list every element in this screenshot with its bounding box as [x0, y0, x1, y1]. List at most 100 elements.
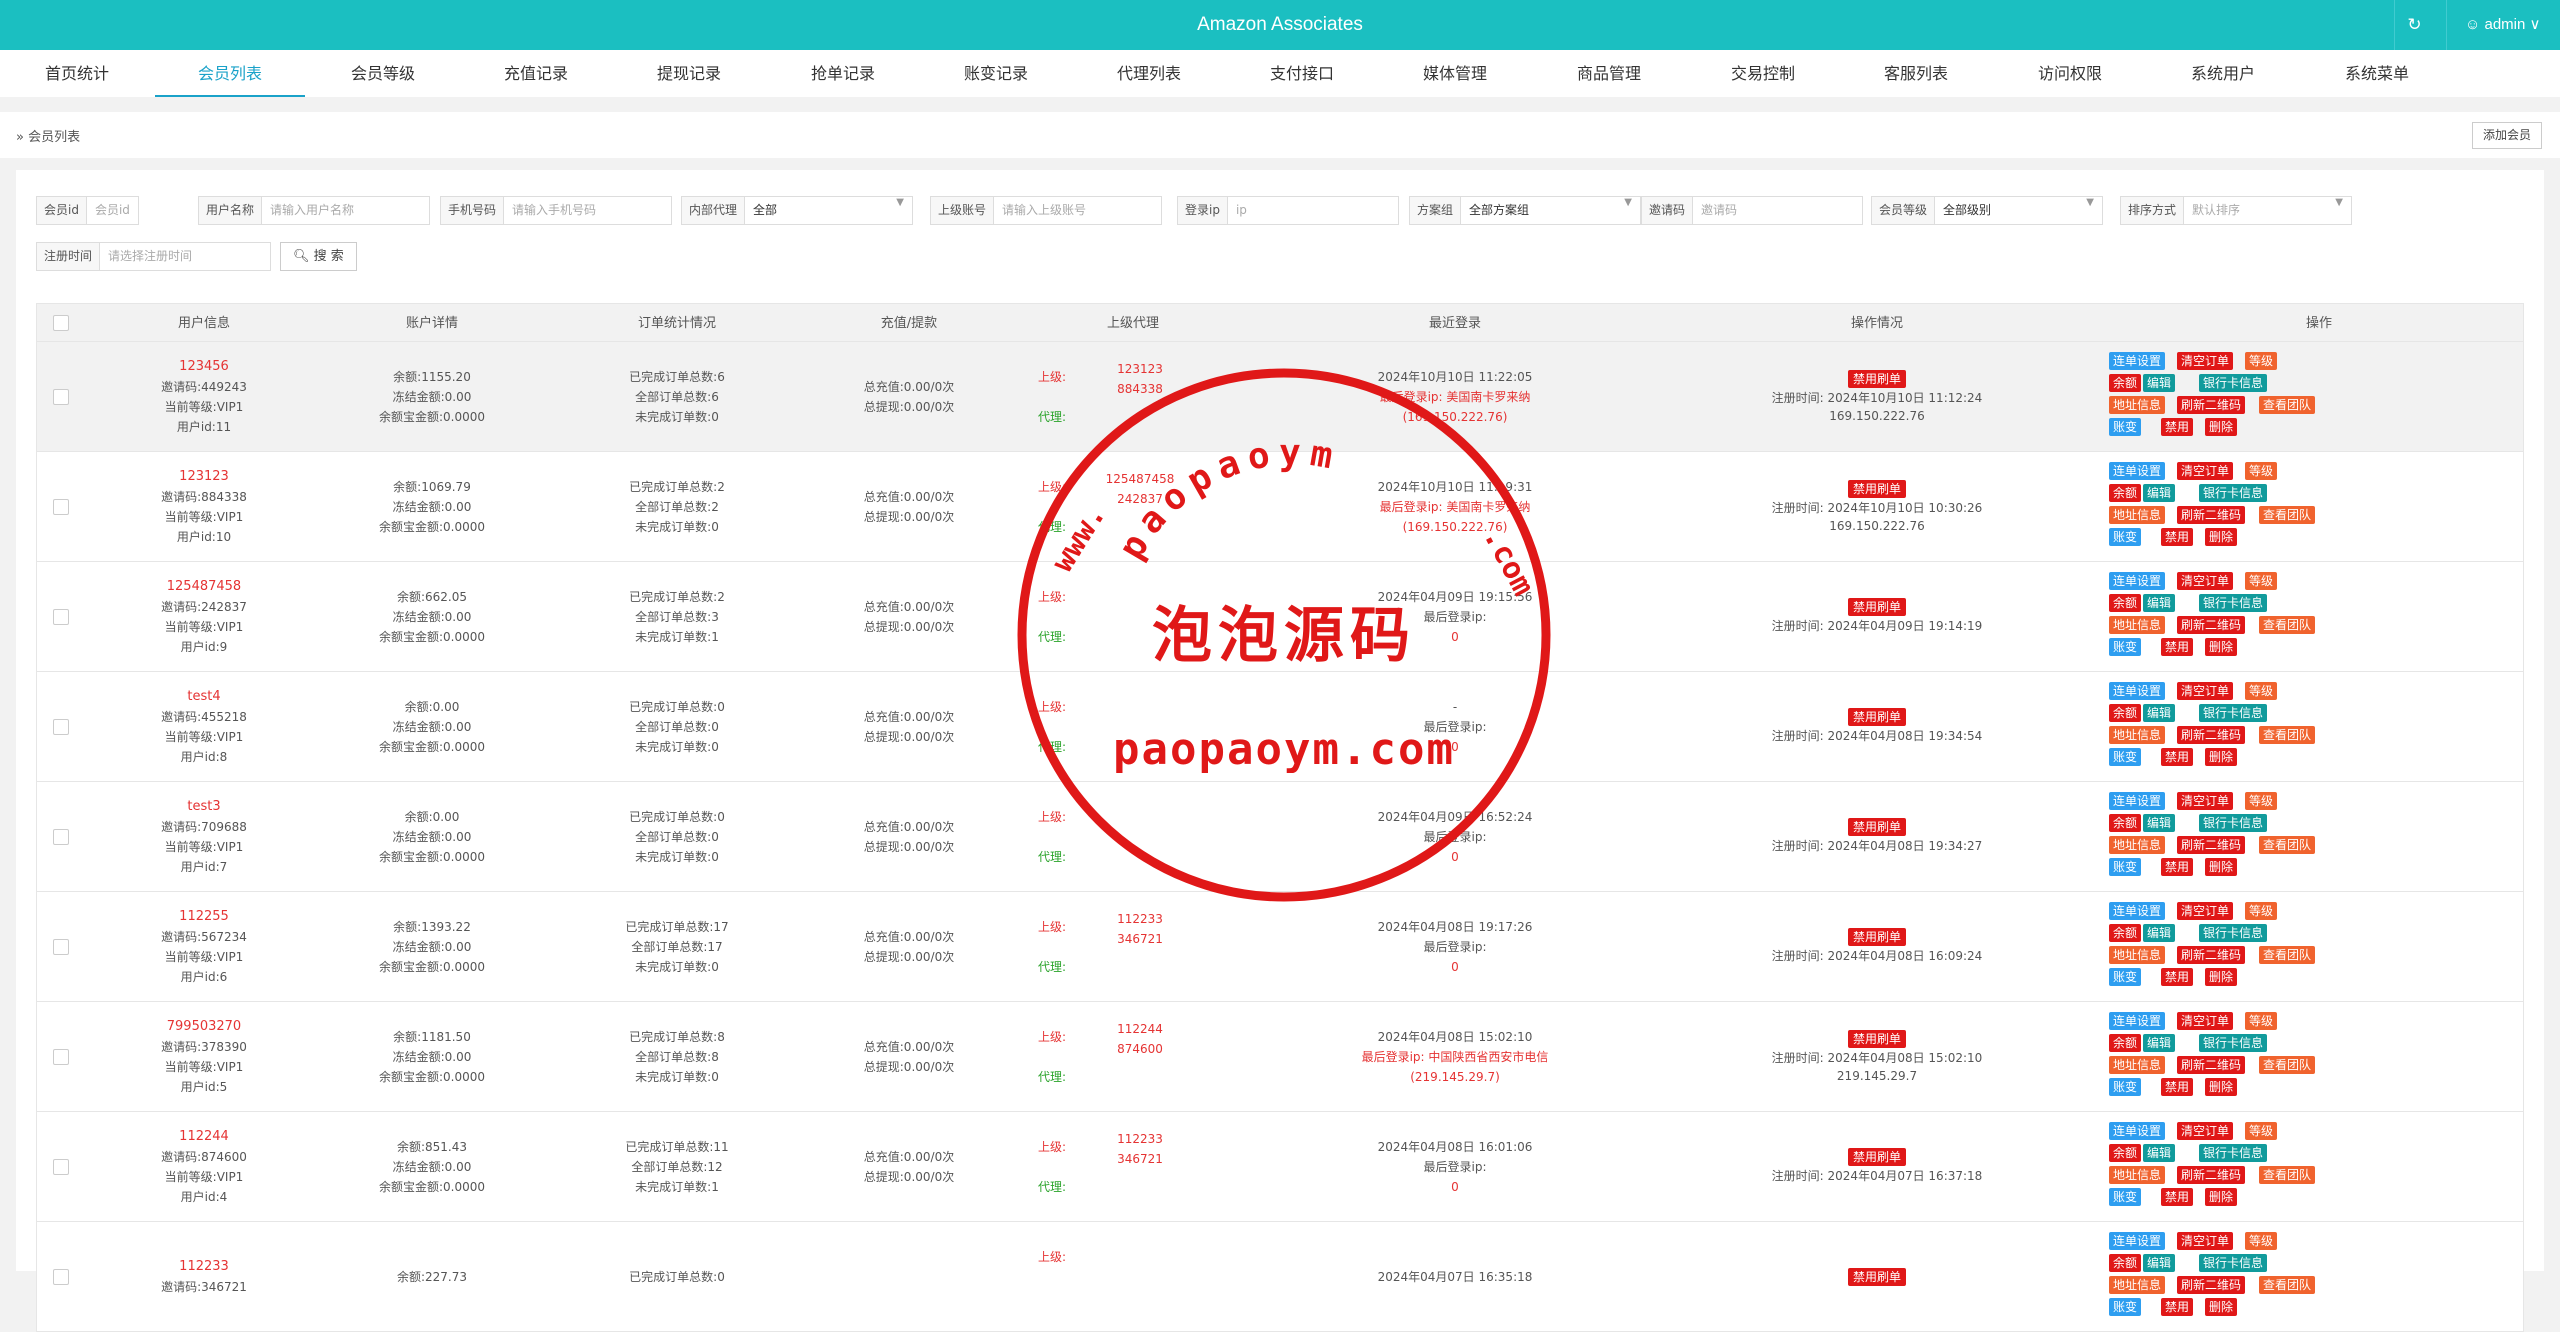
edit-button[interactable]: 编辑: [2143, 374, 2176, 392]
balance-button[interactable]: 余额: [2109, 1254, 2142, 1272]
delete-button[interactable]: 删除: [2205, 638, 2238, 656]
level-button[interactable]: 等级: [2245, 1122, 2278, 1140]
superior-account[interactable]: 112233: [1100, 909, 1180, 929]
tab-5[interactable]: 抢单记录: [768, 50, 918, 97]
disable-button[interactable]: 禁用: [2161, 1188, 2194, 1206]
edit-button[interactable]: 编辑: [2143, 594, 2176, 612]
chain-order-settings-button[interactable]: 连单设置: [2109, 352, 2166, 370]
row-checkbox[interactable]: [53, 1269, 69, 1285]
tab-7[interactable]: 代理列表: [1074, 50, 1224, 97]
row-checkbox[interactable]: [53, 1159, 69, 1175]
balance-button[interactable]: 余额: [2109, 1034, 2142, 1052]
username-link[interactable]: 123456: [179, 357, 229, 377]
disable-order-badge[interactable]: 禁用刷单: [1847, 370, 1906, 388]
level-button[interactable]: 等级: [2245, 792, 2278, 810]
bank-card-button[interactable]: 银行卡信息: [2199, 1034, 2268, 1052]
delete-button[interactable]: 删除: [2205, 1078, 2238, 1096]
address-button[interactable]: 地址信息: [2109, 1056, 2166, 1074]
bank-card-button[interactable]: 银行卡信息: [2199, 484, 2268, 502]
view-team-button[interactable]: 查看团队: [2259, 1056, 2316, 1074]
edit-button[interactable]: 编辑: [2143, 924, 2176, 942]
view-team-button[interactable]: 查看团队: [2259, 616, 2316, 634]
balance-button[interactable]: 余额: [2109, 704, 2142, 722]
edit-button[interactable]: 编辑: [2143, 1254, 2176, 1272]
refresh-qrcode-button[interactable]: 刷新二维码: [2177, 946, 2246, 964]
view-team-button[interactable]: 查看团队: [2259, 1166, 2316, 1184]
filter-select[interactable]: 全部方案组: [1461, 197, 1640, 224]
bank-card-button[interactable]: 银行卡信息: [2199, 924, 2268, 942]
row-checkbox[interactable]: [53, 609, 69, 625]
delete-button[interactable]: 删除: [2205, 858, 2238, 876]
address-button[interactable]: 地址信息: [2109, 1166, 2166, 1184]
chain-order-settings-button[interactable]: 连单设置: [2109, 462, 2166, 480]
chain-order-settings-button[interactable]: 连单设置: [2109, 1232, 2166, 1250]
tab-15[interactable]: 系统菜单: [2302, 50, 2452, 97]
filter-select[interactable]: 默认排序: [2184, 197, 2351, 224]
account-change-button[interactable]: 账变: [2109, 1188, 2142, 1206]
superior-account[interactable]: 112233: [1100, 1129, 1180, 1149]
disable-button[interactable]: 禁用: [2161, 638, 2194, 656]
filter-input[interactable]: 请输入上级账号: [994, 197, 1161, 224]
filter-field[interactable]: 会员id 会员id: [36, 196, 139, 225]
bank-card-button[interactable]: 银行卡信息: [2199, 374, 2268, 392]
username-link[interactable]: test4: [187, 687, 220, 707]
disable-button[interactable]: 禁用: [2161, 1078, 2194, 1096]
address-button[interactable]: 地址信息: [2109, 946, 2166, 964]
level-button[interactable]: 等级: [2245, 682, 2278, 700]
disable-order-badge[interactable]: 禁用刷单: [1847, 480, 1906, 498]
clear-orders-button[interactable]: 清空订单: [2177, 352, 2234, 370]
balance-button[interactable]: 余额: [2109, 924, 2142, 942]
filter-field[interactable]: 会员等级 全部级别 ▼: [1871, 196, 2103, 225]
select-all-checkbox[interactable]: [53, 315, 69, 331]
filter-field[interactable]: 注册时间 请选择注册时间: [36, 242, 271, 271]
address-button[interactable]: 地址信息: [2109, 836, 2166, 854]
filter-select[interactable]: 全部: [745, 197, 912, 224]
disable-order-badge[interactable]: 禁用刷单: [1847, 818, 1906, 836]
superior-account[interactable]: 123123: [1100, 359, 1180, 379]
delete-button[interactable]: 删除: [2205, 748, 2238, 766]
row-checkbox[interactable]: [53, 719, 69, 735]
filter-input[interactable]: 会员id: [87, 197, 138, 224]
balance-button[interactable]: 余额: [2109, 484, 2142, 502]
account-change-button[interactable]: 账变: [2109, 858, 2142, 876]
chain-order-settings-button[interactable]: 连单设置: [2109, 682, 2166, 700]
edit-button[interactable]: 编辑: [2143, 484, 2176, 502]
filter-field[interactable]: 用户名称 请输入用户名称: [198, 196, 430, 225]
tab-12[interactable]: 客服列表: [1841, 50, 1991, 97]
balance-button[interactable]: 余额: [2109, 1144, 2142, 1162]
bank-card-button[interactable]: 银行卡信息: [2199, 1144, 2268, 1162]
filter-field[interactable]: 登录ip ip: [1177, 196, 1399, 225]
level-button[interactable]: 等级: [2245, 462, 2278, 480]
delete-button[interactable]: 删除: [2205, 528, 2238, 546]
account-change-button[interactable]: 账变: [2109, 1078, 2142, 1096]
delete-button[interactable]: 删除: [2205, 1298, 2238, 1316]
tab-1[interactable]: 会员列表: [155, 50, 305, 97]
refresh-qrcode-button[interactable]: 刷新二维码: [2177, 1276, 2246, 1294]
edit-button[interactable]: 编辑: [2143, 814, 2176, 832]
filter-field[interactable]: 上级账号 请输入上级账号: [930, 196, 1162, 225]
bank-card-button[interactable]: 银行卡信息: [2199, 1254, 2268, 1272]
tab-3[interactable]: 充值记录: [461, 50, 611, 97]
level-button[interactable]: 等级: [2245, 1232, 2278, 1250]
account-change-button[interactable]: 账变: [2109, 528, 2142, 546]
filter-field[interactable]: 方案组 全部方案组 ▼: [1409, 196, 1641, 225]
bank-card-button[interactable]: 银行卡信息: [2199, 594, 2268, 612]
delete-button[interactable]: 删除: [2205, 968, 2238, 986]
clear-orders-button[interactable]: 清空订单: [2177, 1232, 2234, 1250]
username-link[interactable]: 123123: [179, 467, 229, 487]
balance-button[interactable]: 余额: [2109, 374, 2142, 392]
username-link[interactable]: 112255: [179, 907, 229, 927]
account-change-button[interactable]: 账变: [2109, 418, 2142, 436]
chain-order-settings-button[interactable]: 连单设置: [2109, 1122, 2166, 1140]
account-change-button[interactable]: 账变: [2109, 968, 2142, 986]
refresh-qrcode-button[interactable]: 刷新二维码: [2177, 1166, 2246, 1184]
address-button[interactable]: 地址信息: [2109, 726, 2166, 744]
chain-order-settings-button[interactable]: 连单设置: [2109, 1012, 2166, 1030]
edit-button[interactable]: 编辑: [2143, 1144, 2176, 1162]
user-menu[interactable]: ☺ admin ∨: [2446, 0, 2560, 50]
filter-input[interactable]: 请选择注册时间: [100, 243, 270, 270]
refresh-qrcode-button[interactable]: 刷新二维码: [2177, 506, 2246, 524]
clear-orders-button[interactable]: 清空订单: [2177, 682, 2234, 700]
tab-0[interactable]: 首页统计: [2, 50, 152, 97]
view-team-button[interactable]: 查看团队: [2259, 506, 2316, 524]
